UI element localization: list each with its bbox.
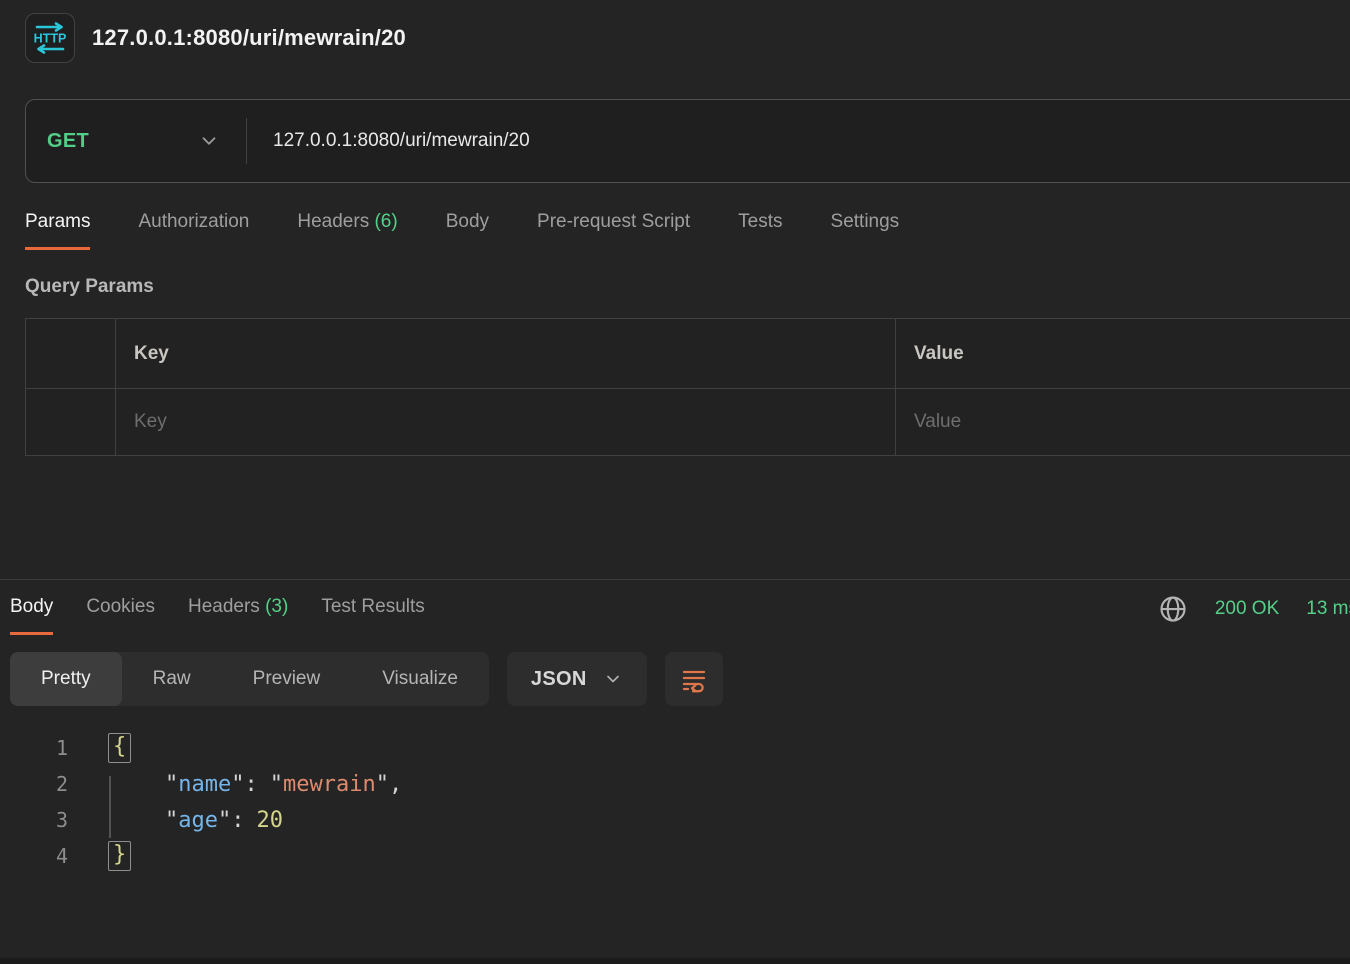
indent-guide [109, 776, 111, 838]
view-mode-switcher: Pretty Raw Preview Visualize [10, 652, 489, 706]
tab-tests-label: Tests [738, 211, 782, 232]
tab-body-label: Body [446, 211, 489, 232]
view-visualize[interactable]: Visualize [351, 652, 489, 706]
code-line-1: 1 { [0, 730, 1350, 766]
tab-settings-label: Settings [831, 211, 900, 232]
tab-headers[interactable]: Headers (6) [297, 211, 397, 250]
pane-separator[interactable] [0, 579, 1350, 580]
response-headers-count-badge: (3) [265, 596, 288, 617]
view-pretty[interactable]: Pretty [10, 652, 122, 706]
fold-toggle[interactable]: } [108, 841, 131, 871]
url-input[interactable]: 127.0.0.1:8080/uri/mewrain/20 [273, 130, 530, 152]
headers-count-badge: (6) [374, 211, 397, 232]
colon: : [244, 772, 257, 797]
http-arrows-icon: HTTP [31, 19, 69, 57]
colon: : [231, 808, 244, 833]
tab-prerequest-script[interactable]: Pre-request Script [537, 211, 690, 250]
quote: " [376, 772, 389, 797]
method-label: GET [47, 130, 89, 153]
tab-prerequest-label: Pre-request Script [537, 211, 690, 232]
tab-settings[interactable]: Settings [831, 211, 900, 250]
code-line-4: 4 } [0, 838, 1350, 874]
response-tab-headers[interactable]: Headers (3) [188, 596, 288, 635]
format-label: JSON [531, 668, 587, 691]
response-header: Body Cookies Headers (3) Test Results 20… [0, 594, 1350, 636]
code-line-2: 2 "name":"mewrain", [0, 766, 1350, 802]
quote: " [231, 772, 244, 797]
format-dropdown[interactable]: JSON [507, 652, 647, 706]
status-badge: 200 OK [1215, 598, 1279, 620]
request-tabs: Params Authorization Headers (6) Body Pr… [25, 211, 1350, 250]
tab-authorization[interactable]: Authorization [138, 211, 249, 250]
tab-tests[interactable]: Tests [738, 211, 782, 250]
json-key: age [178, 808, 218, 833]
wrap-lines-button[interactable] [665, 652, 723, 706]
key-column-header: Key [116, 319, 896, 389]
line-number: 2 [0, 772, 68, 796]
query-params-heading: Query Params [25, 276, 1350, 298]
tab-params-label: Params [25, 211, 90, 232]
query-params-table: Key Value Key Value [25, 318, 1350, 456]
window-bottom-edge [0, 958, 1350, 964]
response-body-editor: 1 { 2 "name":"mewrain", 3 "age":20 4 } [0, 730, 1350, 874]
svg-text:HTTP: HTTP [34, 32, 67, 46]
response-tabs: Body Cookies Headers (3) Test Results [10, 596, 425, 635]
response-tab-body-label: Body [10, 596, 53, 617]
view-preview[interactable]: Preview [222, 652, 352, 706]
tab-headers-label: Headers [297, 211, 369, 232]
select-all-cell [26, 319, 116, 389]
quote: " [165, 772, 178, 797]
value-column-header: Value [896, 319, 1350, 389]
tab-body[interactable]: Body [446, 211, 489, 250]
code-line-3: 3 "age":20 [0, 802, 1350, 838]
http-method-icon: HTTP [25, 13, 75, 63]
quote: " [270, 772, 283, 797]
response-time: 13 ms [1306, 598, 1350, 620]
globe-icon[interactable] [1158, 594, 1188, 624]
json-number-value: 20 [257, 808, 284, 833]
comma: , [389, 772, 402, 797]
chevron-down-icon [603, 669, 623, 689]
response-tab-test-results-label: Test Results [321, 596, 424, 617]
response-tab-headers-label: Headers [188, 596, 260, 617]
response-tab-cookies[interactable]: Cookies [86, 596, 155, 635]
row-checkbox-cell [26, 389, 116, 455]
response-tab-cookies-label: Cookies [86, 596, 155, 617]
response-toolbar: Pretty Raw Preview Visualize JSON [10, 652, 1350, 706]
response-meta: 200 OK 13 ms [1158, 594, 1350, 624]
wrap-lines-icon [678, 663, 710, 695]
response-tab-body[interactable]: Body [10, 596, 53, 635]
tab-authorization-label: Authorization [138, 211, 249, 232]
line-number: 3 [0, 808, 68, 832]
response-tab-test-results[interactable]: Test Results [321, 596, 424, 635]
quote: " [218, 808, 231, 833]
fold-toggle[interactable]: { [108, 733, 131, 763]
view-raw[interactable]: Raw [122, 652, 222, 706]
value-input[interactable]: Value [896, 389, 1350, 455]
json-key: name [178, 772, 231, 797]
request-url-bar: GET 127.0.0.1:8080/uri/mewrain/20 [25, 99, 1350, 183]
request-tab-header: HTTP 127.0.0.1:8080/uri/mewrain/20 [0, 0, 1350, 63]
line-number: 1 [0, 736, 68, 760]
method-dropdown[interactable]: GET [26, 130, 246, 153]
key-input[interactable]: Key [116, 389, 896, 455]
chevron-down-icon [198, 130, 220, 152]
json-string-value: mewrain [283, 772, 376, 797]
line-number: 4 [0, 844, 68, 868]
tab-params[interactable]: Params [25, 211, 90, 250]
page-title: 127.0.0.1:8080/uri/mewrain/20 [92, 25, 406, 51]
divider [246, 118, 247, 164]
quote: " [165, 808, 178, 833]
